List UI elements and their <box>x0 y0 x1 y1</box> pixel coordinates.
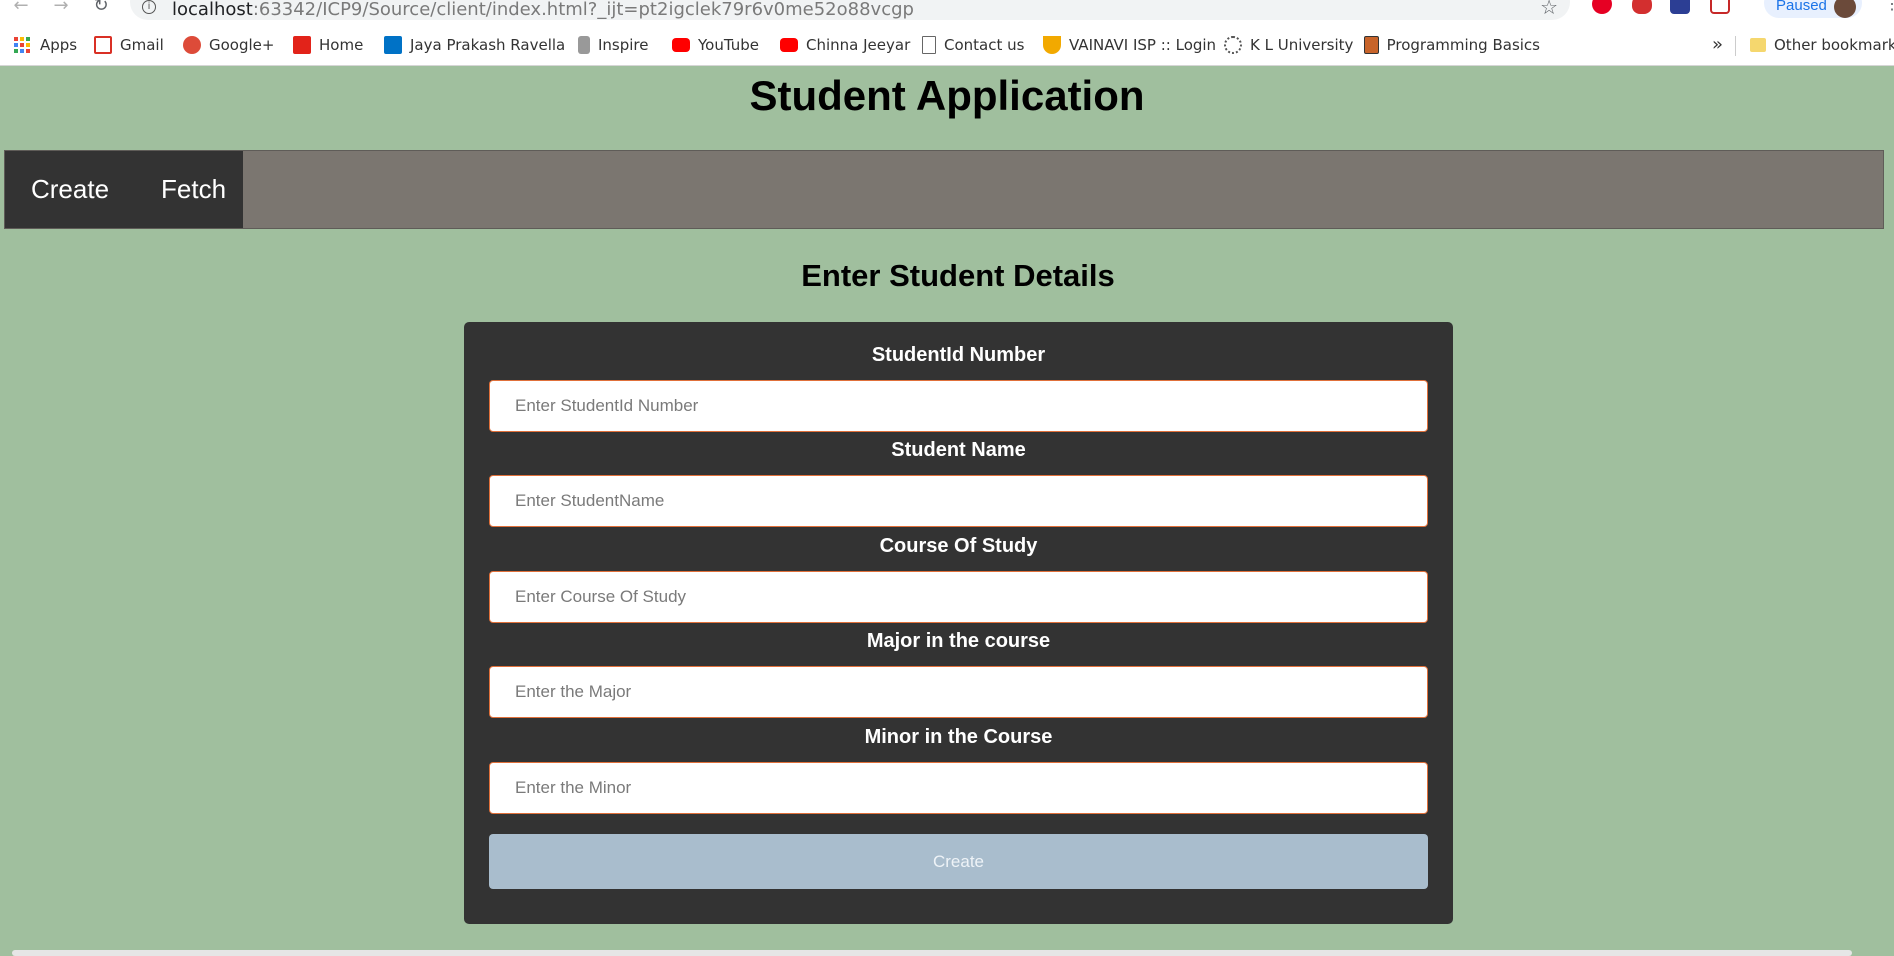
student-id-label: StudentId Number <box>871 344 1046 366</box>
course-of-study-input[interactable] <box>489 571 1428 623</box>
site-info-icon[interactable]: i <box>142 0 156 14</box>
reload-icon[interactable]: ↻ <box>90 0 112 15</box>
student-name-label: Student Name <box>891 439 1026 461</box>
bookmark-label: Contact us <box>944 36 1025 54</box>
profile-button[interactable]: Paused <box>1764 0 1862 18</box>
emblem-icon <box>578 36 590 54</box>
zotero-extension-icon[interactable] <box>1670 0 1690 14</box>
other-bookmarks[interactable]: Other bookmarks <box>1750 32 1894 58</box>
major-label: Major in the course <box>866 630 1051 652</box>
bookmark-label: Inspire <box>598 36 649 54</box>
top-navbar: Create Fetch <box>4 150 1884 229</box>
apps-grid-icon <box>14 37 30 53</box>
address-row: ← → ↻ i localhost:63342/ICP9/Source/clie… <box>0 0 1894 24</box>
bookmark-youtube[interactable]: YouTube <box>672 32 759 58</box>
url-host: localhost <box>172 0 253 20</box>
bookmark-apps[interactable]: Apps <box>14 32 77 58</box>
gmail-icon <box>94 36 112 54</box>
nav-fetch-link[interactable]: Fetch <box>135 151 252 228</box>
bookmark-home[interactable]: Home <box>293 32 363 58</box>
address-bar[interactable]: i localhost:63342/ICP9/Source/client/ind… <box>130 0 1570 20</box>
create-button[interactable]: Create <box>489 834 1428 889</box>
bookmark-kl-university[interactable]: K L University <box>1224 32 1353 58</box>
browser-chrome: ← → ↻ i localhost:63342/ICP9/Source/clie… <box>0 0 1894 66</box>
bookmark-label: Apps <box>40 36 78 54</box>
major-input[interactable] <box>489 666 1428 718</box>
student-form: StudentId Number Student Name Course Of … <box>464 322 1453 924</box>
bookmarks-divider <box>1735 36 1736 56</box>
bookmark-label: VAINAVI ISP :: Login <box>1069 36 1217 54</box>
bookmarks-bar: Apps Gmail Google+ Home Jaya Prakash Rav… <box>0 32 1894 58</box>
bookmark-inspire[interactable]: Inspire <box>578 32 649 58</box>
menu-kebab-icon[interactable]: ⋮ <box>1884 0 1894 18</box>
pocket-extension-icon[interactable] <box>1710 0 1730 14</box>
bookmark-google-plus[interactable]: Google+ <box>183 32 274 58</box>
forward-arrow-icon[interactable]: → <box>50 0 72 15</box>
bookmark-label: Home <box>319 36 364 54</box>
act-icon <box>293 36 311 54</box>
bookmark-label: Programming Basics <box>1386 36 1540 54</box>
shield-logo-icon <box>1043 36 1061 54</box>
nav-links: Create Fetch <box>5 151 243 228</box>
bookmark-label: Gmail <box>120 36 164 54</box>
url-text[interactable]: localhost:63342/ICP9/Source/client/index… <box>172 0 914 20</box>
back-arrow-icon[interactable]: ← <box>10 0 32 15</box>
bookmark-star-icon[interactable]: ☆ <box>1540 0 1558 19</box>
student-name-input[interactable] <box>489 475 1428 527</box>
page-title: Student Application <box>749 72 1145 119</box>
gear-logo-icon <box>1224 36 1242 54</box>
minor-label: Minor in the Course <box>864 726 1053 748</box>
bookmark-label: Chinna Jeeyar <box>806 36 911 54</box>
folder-icon <box>1750 38 1766 52</box>
shield-extension-icon[interactable] <box>1632 0 1652 14</box>
bookmark-vainavi[interactable]: VAINAVI ISP :: Login <box>1043 32 1216 58</box>
bookmark-chinna-jeeyar[interactable]: Chinna Jeeyar <box>780 32 910 58</box>
bookmarks-overflow-button[interactable]: » <box>1712 34 1723 55</box>
youtube-icon <box>672 38 690 52</box>
nav-create-link[interactable]: Create <box>5 151 135 228</box>
bookmark-gmail[interactable]: Gmail <box>94 32 164 58</box>
google-plus-icon <box>183 36 201 54</box>
pinterest-extension-icon[interactable] <box>1592 0 1612 14</box>
page-icon <box>922 36 936 54</box>
avatar <box>1834 0 1856 18</box>
student-id-input[interactable] <box>489 380 1428 432</box>
bookmark-contact-us[interactable]: Contact us <box>922 32 1024 58</box>
book-icon <box>1364 36 1379 54</box>
section-title: Enter Student Details <box>801 258 1115 293</box>
minor-input[interactable] <box>489 762 1428 814</box>
bookmark-label: K L University <box>1250 36 1354 54</box>
bookmark-label: Jaya Prakash Ravella <box>410 36 566 54</box>
other-bookmarks-label: Other bookmarks <box>1774 36 1894 54</box>
outlook-icon <box>384 36 402 54</box>
youtube-icon <box>780 38 798 52</box>
url-path: :63342/ICP9/Source/client/index.html?_ij… <box>252 0 914 20</box>
bookmark-label: Google+ <box>209 36 275 54</box>
profile-status: Paused <box>1776 0 1827 14</box>
bookmark-programming-basics[interactable]: Programming Basics <box>1364 32 1540 58</box>
bookmark-jaya-prakash[interactable]: Jaya Prakash Ravella <box>384 32 565 58</box>
course-of-study-label: Course Of Study <box>879 535 1038 557</box>
horizontal-scrollbar[interactable] <box>12 950 1852 956</box>
bookmark-label: YouTube <box>698 36 759 54</box>
